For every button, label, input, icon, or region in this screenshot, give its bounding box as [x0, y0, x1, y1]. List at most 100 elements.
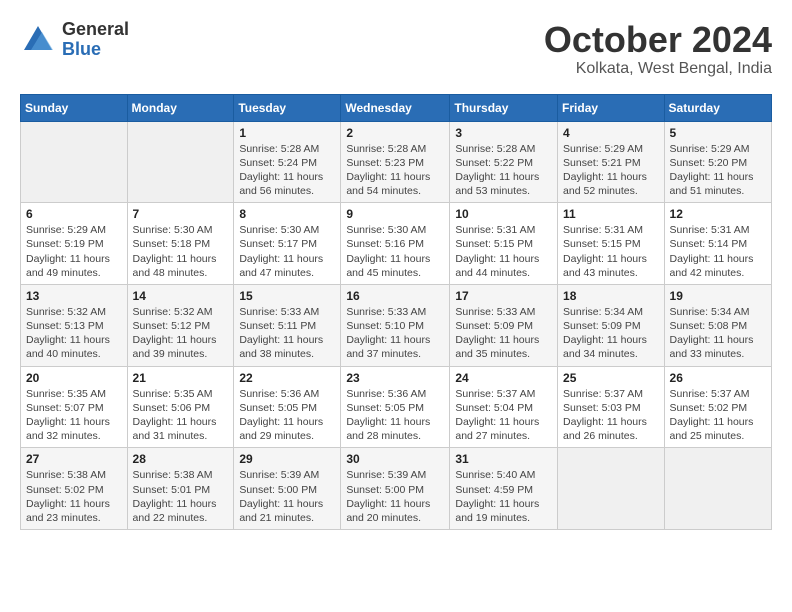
cell-info: Sunrise: 5:30 AMSunset: 5:18 PMDaylight:…: [133, 223, 229, 280]
cell-info: Sunrise: 5:36 AMSunset: 5:05 PMDaylight:…: [239, 387, 335, 444]
day-number: 20: [26, 371, 122, 385]
cell-info: Sunrise: 5:34 AMSunset: 5:09 PMDaylight:…: [563, 305, 659, 362]
calendar-cell: 4 Sunrise: 5:29 AMSunset: 5:21 PMDaylight…: [558, 121, 665, 203]
day-number: 30: [346, 452, 444, 466]
logo-text: General Blue: [62, 20, 129, 60]
calendar-cell: [21, 121, 128, 203]
calendar-cell: 17Sunrise: 5:33 AMSunset: 5:09 PMDayligh…: [450, 284, 558, 366]
calendar-cell: 8 Sunrise: 5:30 AMSunset: 5:17 PMDaylight…: [234, 203, 341, 285]
day-number: 11: [563, 207, 659, 221]
day-number: 6: [26, 207, 122, 221]
day-number: 10: [455, 207, 552, 221]
calendar-cell: 31Sunrise: 5:40 AMSunset: 4:59 PMDayligh…: [450, 448, 558, 530]
cell-info: Sunrise: 5:39 AMSunset: 5:00 PMDaylight:…: [239, 468, 335, 525]
calendar-cell: 18 Sunrise: 5:34 AMSunset: 5:09 PMDayligh…: [558, 284, 665, 366]
cell-info: Sunrise: 5:39 AMSunset: 5:00 PMDaylight:…: [346, 468, 444, 525]
day-number: 1: [239, 126, 335, 140]
calendar-cell: 6 Sunrise: 5:29 AMSunset: 5:19 PMDaylight…: [21, 203, 128, 285]
calendar-week-row: 20 Sunrise: 5:35 AMSunset: 5:07 PMDayligh…: [21, 366, 772, 448]
cell-info: Sunrise: 5:35 AMSunset: 5:06 PMDaylight:…: [133, 387, 229, 444]
calendar-cell: 30 Sunrise: 5:39 AMSunset: 5:00 PMDayligh…: [341, 448, 450, 530]
weekday-header: Tuesday: [234, 94, 341, 121]
calendar-cell: 5 Sunrise: 5:29 AMSunset: 5:20 PMDaylight…: [664, 121, 771, 203]
day-number: 29: [239, 452, 335, 466]
cell-info: Sunrise: 5:37 AMSunset: 5:02 PMDaylight:…: [670, 387, 766, 444]
calendar-cell: [664, 448, 771, 530]
weekday-header: Wednesday: [341, 94, 450, 121]
weekday-header: Friday: [558, 94, 665, 121]
calendar-cell: 3 Sunrise: 5:28 AMSunset: 5:22 PMDaylight…: [450, 121, 558, 203]
cell-info: Sunrise: 5:38 AMSunset: 5:01 PMDaylight:…: [133, 468, 229, 525]
cell-info: Sunrise: 5:28 AMSunset: 5:24 PMDaylight:…: [239, 142, 335, 199]
calendar-week-row: 27 Sunrise: 5:38 AMSunset: 5:02 PMDayligh…: [21, 448, 772, 530]
page-header: General Blue October 2024 Kolkata, West …: [20, 20, 772, 78]
day-number: 21: [133, 371, 229, 385]
calendar-cell: 10 Sunrise: 5:31 AMSunset: 5:15 PMDayligh…: [450, 203, 558, 285]
calendar-cell: 22 Sunrise: 5:36 AMSunset: 5:05 PMDayligh…: [234, 366, 341, 448]
title-block: October 2024 Kolkata, West Bengal, India: [544, 20, 772, 78]
weekday-header: Thursday: [450, 94, 558, 121]
cell-info: Sunrise: 5:35 AMSunset: 5:07 PMDaylight:…: [26, 387, 122, 444]
day-number: 5: [670, 126, 766, 140]
cell-info: Sunrise: 5:36 AMSunset: 5:05 PMDaylight:…: [346, 387, 444, 444]
calendar-cell: 24Sunrise: 5:37 AMSunset: 5:04 PMDayligh…: [450, 366, 558, 448]
cell-info: Sunrise: 5:32 AMSunset: 5:12 PMDaylight:…: [133, 305, 229, 362]
day-number: 19: [670, 289, 766, 303]
cell-info: Sunrise: 5:31 AMSunset: 5:15 PMDaylight:…: [455, 223, 552, 280]
calendar-cell: 16 Sunrise: 5:33 AMSunset: 5:10 PMDayligh…: [341, 284, 450, 366]
calendar-header: SundayMondayTuesdayWednesdayThursdayFrid…: [21, 94, 772, 121]
calendar-cell: 14Sunrise: 5:32 AMSunset: 5:12 PMDayligh…: [127, 284, 234, 366]
calendar-cell: 26 Sunrise: 5:37 AMSunset: 5:02 PMDayligh…: [664, 366, 771, 448]
cell-info: Sunrise: 5:32 AMSunset: 5:13 PMDaylight:…: [26, 305, 122, 362]
calendar-week-row: 6 Sunrise: 5:29 AMSunset: 5:19 PMDaylight…: [21, 203, 772, 285]
cell-info: Sunrise: 5:28 AMSunset: 5:23 PMDaylight:…: [346, 142, 444, 199]
cell-info: Sunrise: 5:40 AMSunset: 4:59 PMDaylight:…: [455, 468, 552, 525]
cell-info: Sunrise: 5:37 AMSunset: 5:03 PMDaylight:…: [563, 387, 659, 444]
cell-info: Sunrise: 5:34 AMSunset: 5:08 PMDaylight:…: [670, 305, 766, 362]
logo-blue: Blue: [62, 40, 129, 60]
cell-info: Sunrise: 5:30 AMSunset: 5:16 PMDaylight:…: [346, 223, 444, 280]
day-number: 26: [670, 371, 766, 385]
day-number: 16: [346, 289, 444, 303]
weekday-header: Saturday: [664, 94, 771, 121]
calendar-cell: 13 Sunrise: 5:32 AMSunset: 5:13 PMDayligh…: [21, 284, 128, 366]
location: Kolkata, West Bengal, India: [544, 60, 772, 78]
calendar-week-row: 1 Sunrise: 5:28 AMSunset: 5:24 PMDaylight…: [21, 121, 772, 203]
calendar-cell: 12Sunrise: 5:31 AMSunset: 5:14 PMDayligh…: [664, 203, 771, 285]
weekday-row: SundayMondayTuesdayWednesdayThursdayFrid…: [21, 94, 772, 121]
day-number: 25: [563, 371, 659, 385]
cell-info: Sunrise: 5:28 AMSunset: 5:22 PMDaylight:…: [455, 142, 552, 199]
calendar-cell: [127, 121, 234, 203]
month-title: October 2024: [544, 20, 772, 60]
day-number: 3: [455, 126, 552, 140]
cell-info: Sunrise: 5:29 AMSunset: 5:20 PMDaylight:…: [670, 142, 766, 199]
day-number: 13: [26, 289, 122, 303]
day-number: 17: [455, 289, 552, 303]
day-number: 18: [563, 289, 659, 303]
day-number: 27: [26, 452, 122, 466]
logo-general: General: [62, 20, 129, 40]
day-number: 22: [239, 371, 335, 385]
day-number: 8: [239, 207, 335, 221]
day-number: 24: [455, 371, 552, 385]
cell-info: Sunrise: 5:33 AMSunset: 5:10 PMDaylight:…: [346, 305, 444, 362]
weekday-header: Sunday: [21, 94, 128, 121]
cell-info: Sunrise: 5:31 AMSunset: 5:15 PMDaylight:…: [563, 223, 659, 280]
cell-info: Sunrise: 5:30 AMSunset: 5:17 PMDaylight:…: [239, 223, 335, 280]
day-number: 15: [239, 289, 335, 303]
cell-info: Sunrise: 5:38 AMSunset: 5:02 PMDaylight:…: [26, 468, 122, 525]
cell-info: Sunrise: 5:33 AMSunset: 5:11 PMDaylight:…: [239, 305, 335, 362]
calendar-cell: 11 Sunrise: 5:31 AMSunset: 5:15 PMDayligh…: [558, 203, 665, 285]
cell-info: Sunrise: 5:29 AMSunset: 5:21 PMDaylight:…: [563, 142, 659, 199]
calendar-cell: 27 Sunrise: 5:38 AMSunset: 5:02 PMDayligh…: [21, 448, 128, 530]
day-number: 4: [563, 126, 659, 140]
day-number: 23: [346, 371, 444, 385]
calendar-table: SundayMondayTuesdayWednesdayThursdayFrid…: [20, 94, 772, 530]
calendar-cell: 9Sunrise: 5:30 AMSunset: 5:16 PMDaylight…: [341, 203, 450, 285]
day-number: 28: [133, 452, 229, 466]
calendar-cell: 21 Sunrise: 5:35 AMSunset: 5:06 PMDayligh…: [127, 366, 234, 448]
calendar-cell: 2Sunrise: 5:28 AMSunset: 5:23 PMDaylight…: [341, 121, 450, 203]
calendar-cell: 20 Sunrise: 5:35 AMSunset: 5:07 PMDayligh…: [21, 366, 128, 448]
cell-info: Sunrise: 5:29 AMSunset: 5:19 PMDaylight:…: [26, 223, 122, 280]
calendar-cell: 28 Sunrise: 5:38 AMSunset: 5:01 PMDayligh…: [127, 448, 234, 530]
